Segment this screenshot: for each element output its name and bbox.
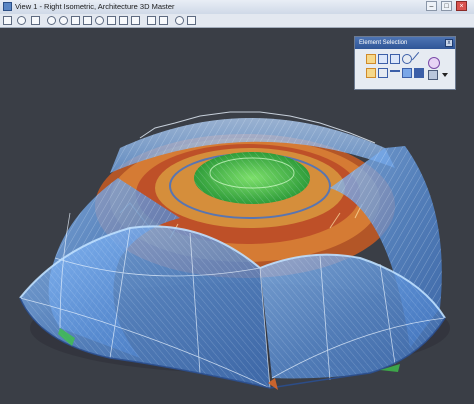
app-icon	[3, 2, 12, 11]
move-mode-icon[interactable]	[378, 68, 388, 78]
shape-select-icon[interactable]	[390, 54, 400, 64]
rotate-view-icon[interactable]	[95, 16, 104, 25]
line-select-icon[interactable]	[411, 51, 427, 67]
maximize-button[interactable]: □	[441, 1, 452, 11]
view-settings-icon[interactable]	[187, 16, 196, 25]
dropdown-arrow-icon[interactable]	[442, 73, 448, 77]
clip-volume-icon[interactable]	[159, 16, 168, 25]
subtract-mode-icon[interactable]	[390, 70, 400, 74]
render-icon[interactable]	[175, 16, 184, 25]
view-display-mode-icon[interactable]	[17, 16, 26, 25]
invert-mode-icon[interactable]	[402, 68, 412, 78]
window-titlebar: View 1 - Right Isometric, Architecture 3…	[0, 0, 474, 15]
select-arrow-icon[interactable]	[366, 54, 376, 64]
palette-close-button[interactable]: x	[445, 39, 453, 47]
view-next-icon[interactable]	[131, 16, 140, 25]
camera-icon[interactable]	[147, 16, 156, 25]
update-view-icon[interactable]	[31, 16, 40, 25]
add-mode-icon[interactable]	[366, 68, 376, 78]
view-previous-icon[interactable]	[119, 16, 128, 25]
palette-title: Element Selection	[359, 40, 408, 46]
element-selection-palette[interactable]: Element Selection x	[354, 36, 456, 90]
zoom-in-icon[interactable]	[47, 16, 56, 25]
rectangle-select-icon[interactable]	[378, 54, 388, 64]
select-all-icon[interactable]	[428, 57, 440, 69]
circle-select-icon[interactable]	[402, 54, 412, 64]
window-title: View 1 - Right Isometric, Architecture 3…	[15, 2, 175, 11]
fit-view-icon[interactable]	[83, 16, 92, 25]
view-attributes-icon[interactable]	[3, 16, 12, 25]
pan-view-icon[interactable]	[107, 16, 116, 25]
clear-selection-icon[interactable]	[414, 68, 424, 78]
window-area-icon[interactable]	[71, 16, 80, 25]
level-filter-icon[interactable]	[428, 70, 438, 80]
palette-titlebar[interactable]: Element Selection x	[355, 37, 455, 49]
zoom-out-icon[interactable]	[59, 16, 68, 25]
close-button[interactable]: ×	[456, 1, 467, 11]
view-toolbar	[0, 14, 474, 28]
minimize-button[interactable]: –	[426, 1, 437, 11]
